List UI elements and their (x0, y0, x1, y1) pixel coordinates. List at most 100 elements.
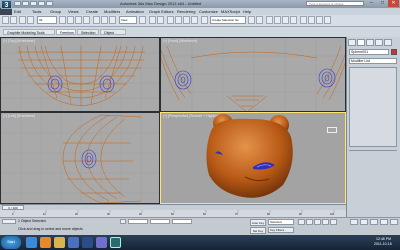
angle-snap-icon[interactable] (175, 16, 182, 24)
window-crossing-icon[interactable] (83, 16, 90, 24)
viewport-front[interactable]: [+] [Front] [Wireframe] (160, 37, 346, 112)
set-key-button[interactable]: Set Key (250, 227, 266, 234)
unlink-icon[interactable] (27, 16, 34, 24)
key-selection-dropdown[interactable]: Selected (268, 219, 294, 225)
menu-create[interactable]: Create (86, 8, 98, 15)
render-setup-icon[interactable] (308, 16, 315, 24)
object-name-field[interactable]: Sphere001 (349, 49, 389, 55)
select-by-name-icon[interactable] (67, 16, 74, 24)
menu-tools[interactable]: Tools (32, 8, 41, 15)
hierarchy-tab-icon[interactable] (366, 39, 374, 46)
selection-filter-dropdown[interactable]: All (37, 16, 57, 24)
close-button[interactable]: ✕ (388, 0, 399, 7)
edit-named-selection-icon[interactable] (201, 16, 208, 24)
menu-edit[interactable]: Edit (14, 8, 21, 15)
rendered-frame-window-icon[interactable] (316, 16, 323, 24)
viewcube-icon[interactable] (327, 127, 337, 133)
start-button[interactable]: Start (1, 236, 21, 249)
3ds-max-taskbar-icon[interactable] (110, 237, 121, 248)
modifier-stack[interactable] (349, 67, 397, 147)
named-selection-dropdown[interactable]: Create Selection Se (210, 16, 246, 24)
align-icon[interactable] (256, 16, 263, 24)
select-manipulate-icon[interactable] (149, 16, 156, 24)
viewport-left[interactable]: [+] [Left] [Wireframe] (0, 112, 160, 204)
viewport-top[interactable]: [+] [Top] [Wireframe] (0, 37, 160, 112)
percent-snap-icon[interactable] (183, 16, 190, 24)
mirror-icon[interactable] (248, 16, 255, 24)
pan-icon[interactable] (380, 219, 388, 225)
goto-end-icon[interactable] (330, 219, 337, 225)
app-menu-button[interactable]: 3 (1, 0, 12, 9)
quick-access-new-button[interactable] (14, 1, 21, 6)
pivot-center-icon[interactable] (139, 16, 146, 24)
layer-manager-icon[interactable] (266, 16, 273, 24)
play-icon[interactable] (314, 219, 321, 225)
menu-graph-editors[interactable]: Graph Editors (149, 8, 174, 15)
quick-access-open-button[interactable] (22, 1, 29, 6)
track-bar[interactable]: 0 10 20 30 40 50 60 70 80 90 100 (0, 210, 346, 217)
menu-customize[interactable]: Customize (199, 8, 218, 15)
graphite-toggle-icon[interactable] (274, 16, 281, 24)
orbit-icon[interactable] (390, 219, 398, 225)
explorer-icon[interactable] (54, 237, 65, 248)
key-filters-button[interactable]: Key Filters... (268, 227, 294, 233)
redo-icon[interactable] (10, 16, 17, 24)
selection-lock-icon[interactable] (120, 219, 126, 224)
tab-freeform[interactable]: Freeform (56, 29, 76, 35)
schematic-view-icon[interactable] (290, 16, 297, 24)
select-object-icon[interactable] (59, 16, 66, 24)
firefox-icon[interactable] (40, 237, 51, 248)
render-production-icon[interactable] (324, 16, 331, 24)
create-tab-icon[interactable] (348, 39, 356, 46)
zoom-icon[interactable] (350, 219, 358, 225)
viewport-perspective[interactable]: [+] [Perspective] [Smooth + Highlights] (160, 112, 346, 204)
material-editor-icon[interactable] (300, 16, 307, 24)
previous-frame-icon[interactable] (306, 219, 313, 225)
z-coordinate-field[interactable] (172, 219, 192, 224)
y-coordinate-field[interactable] (150, 219, 170, 224)
minimize-button[interactable]: – (366, 0, 377, 7)
media-player-icon[interactable] (68, 237, 79, 248)
x-coordinate-field[interactable] (128, 219, 148, 224)
menu-rendering[interactable]: Rendering (177, 8, 195, 15)
modify-tab-icon[interactable] (357, 39, 365, 46)
menu-maxscript[interactable]: MAXScript (221, 8, 240, 15)
quick-access-save-button[interactable] (30, 1, 37, 6)
menu-animation[interactable]: Animation (126, 8, 144, 15)
select-link-icon[interactable] (19, 16, 26, 24)
menu-modifiers[interactable]: Modifiers (104, 8, 120, 15)
select-rotate-icon[interactable] (101, 16, 108, 24)
menu-help[interactable]: Help (243, 8, 251, 15)
photoshop-icon[interactable] (82, 237, 93, 248)
app-icon[interactable] (96, 237, 107, 248)
next-frame-icon[interactable] (322, 219, 329, 225)
menu-views[interactable]: Views (68, 8, 79, 15)
tab-graphite-modeling-tools[interactable]: Graphite Modeling Tools (3, 29, 55, 35)
menu-group[interactable]: Group (50, 8, 61, 15)
auto-key-button[interactable]: Auto Key (250, 219, 266, 226)
tab-selection[interactable]: Selection (77, 29, 99, 35)
zoom-extents-icon[interactable] (370, 219, 378, 225)
redo-button[interactable] (46, 1, 53, 6)
curve-editor-icon[interactable] (282, 16, 289, 24)
rectangular-selection-icon[interactable] (75, 16, 82, 24)
reference-coordinate-dropdown[interactable]: View (119, 16, 137, 24)
modifier-list-dropdown[interactable]: Modifier List (349, 58, 397, 64)
select-move-icon[interactable] (93, 16, 100, 24)
select-scale-icon[interactable] (109, 16, 116, 24)
ie-icon[interactable] (26, 237, 37, 248)
motion-tab-icon[interactable] (375, 39, 383, 46)
maxscript-listener-icon[interactable] (2, 219, 16, 224)
goto-start-icon[interactable] (298, 219, 305, 225)
zoom-all-icon[interactable] (360, 219, 368, 225)
display-tab-icon[interactable] (384, 39, 392, 46)
snaps-toggle-icon[interactable] (167, 16, 174, 24)
tab-object-paint[interactable]: Object Paint (100, 29, 126, 41)
undo-button[interactable] (38, 1, 45, 6)
undo-icon[interactable] (2, 16, 9, 24)
spinner-snap-icon[interactable] (191, 16, 198, 24)
keyboard-shortcut-override-icon[interactable] (157, 16, 164, 24)
search-input[interactable]: Type a keyword or phrase (306, 1, 364, 6)
maximize-button[interactable]: □ (377, 0, 388, 7)
object-color-swatch[interactable] (391, 49, 397, 55)
